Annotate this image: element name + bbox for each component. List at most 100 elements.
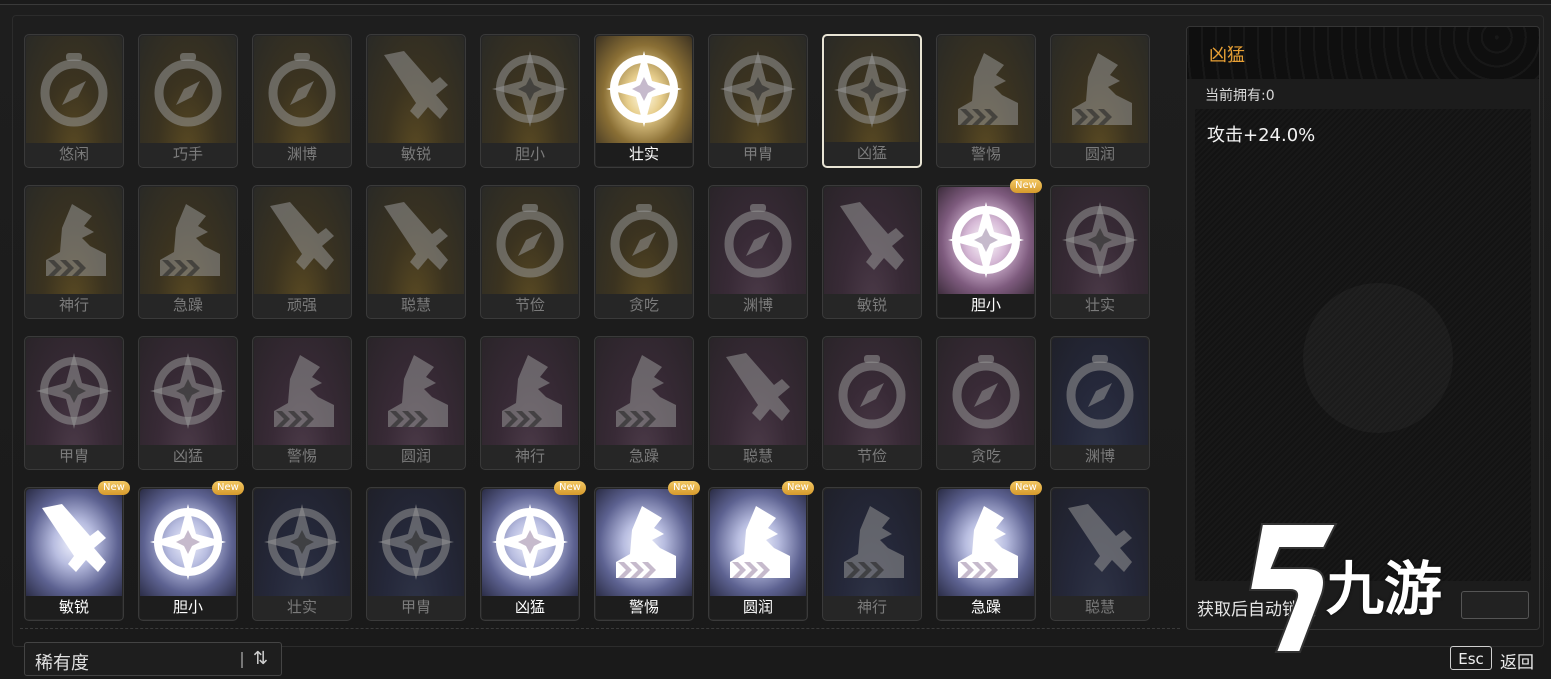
trait-card[interactable]: 贪吃 [936, 336, 1036, 470]
star-emblem-icon [378, 504, 454, 580]
card-label: 渊博 [1052, 445, 1148, 468]
card-label: 警惕 [596, 596, 692, 619]
card-label: 敏锐 [26, 596, 122, 619]
card-label: 胆小 [482, 143, 578, 166]
trait-card[interactable]: 警惕 [594, 487, 694, 621]
trait-card[interactable]: 敏锐 [822, 185, 922, 319]
trait-card[interactable]: 渊博 [1050, 336, 1150, 470]
compass-icon [724, 204, 792, 278]
trait-card[interactable]: 圆润 [1050, 34, 1150, 168]
trait-card[interactable]: 急躁 [936, 487, 1036, 621]
detail-header: 凶猛 [1187, 27, 1539, 79]
compass-icon [154, 53, 222, 127]
trait-card[interactable]: 渊博 [708, 185, 808, 319]
card-label: 急躁 [938, 596, 1034, 619]
card-label: 神行 [482, 445, 578, 468]
trait-card[interactable]: 聪慧 [1050, 487, 1150, 621]
watermark-emblem-icon [1303, 283, 1453, 433]
boot-icon [958, 53, 1018, 125]
card-label: 悠闲 [26, 143, 122, 166]
boot-icon [958, 506, 1018, 578]
boot-icon [616, 355, 676, 427]
owned-count: 当前拥有:0 [1205, 88, 1275, 104]
esc-key-hint[interactable]: Esc [1450, 646, 1492, 670]
trait-card[interactable]: 渊博 [252, 34, 352, 168]
sort-separator [241, 652, 243, 668]
new-badge: New [554, 481, 586, 495]
trait-card[interactable]: 凶猛 [138, 336, 238, 470]
trait-card[interactable]: 壮实 [594, 34, 694, 168]
back-button[interactable]: 返回 [1500, 648, 1534, 673]
detail-title: 凶猛 [1209, 45, 1245, 66]
trait-card[interactable]: 顽强 [252, 185, 352, 319]
sword-icon [384, 202, 448, 270]
card-label: 贪吃 [596, 294, 692, 317]
trait-card[interactable]: 急躁 [138, 185, 238, 319]
divider [20, 628, 1180, 629]
compass-icon [268, 53, 336, 127]
trait-card[interactable]: 警惕 [936, 34, 1036, 168]
compass-icon [40, 53, 108, 127]
trait-card[interactable]: 圆润 [366, 336, 466, 470]
card-label: 圆润 [710, 596, 806, 619]
new-badge: New [1010, 481, 1042, 495]
auto-lock-label: 获取后自动锁定 [1197, 600, 1316, 620]
star-emblem-icon [948, 202, 1024, 278]
trait-card[interactable]: 壮实 [252, 487, 352, 621]
star-emblem-icon [492, 51, 568, 127]
trait-card[interactable]: 胆小 [480, 34, 580, 168]
trait-card[interactable]: 巧手 [138, 34, 238, 168]
new-badge: New [98, 481, 130, 495]
trait-card[interactable]: 凶猛 [822, 34, 922, 168]
star-emblem-icon [264, 504, 340, 580]
star-emblem-icon [36, 353, 112, 429]
card-label: 急躁 [596, 445, 692, 468]
sort-dropdown[interactable]: 稀有度 ⇅ [24, 642, 282, 676]
compass-icon [838, 355, 906, 429]
card-label: 壮实 [1052, 294, 1148, 317]
card-label: 圆润 [1052, 143, 1148, 166]
card-label: 警惕 [938, 143, 1034, 166]
trait-card[interactable]: 神行 [822, 487, 922, 621]
compass-icon [1066, 355, 1134, 429]
trait-card[interactable]: 敏锐 [24, 487, 124, 621]
card-label: 甲胄 [710, 143, 806, 166]
trait-card[interactable]: 壮实 [1050, 185, 1150, 319]
trait-card[interactable]: 神行 [24, 185, 124, 319]
card-label: 圆润 [368, 445, 464, 468]
card-label: 顽强 [254, 294, 350, 317]
trait-card[interactable]: 节俭 [480, 185, 580, 319]
trait-card[interactable]: 聪慧 [366, 185, 466, 319]
card-label: 敏锐 [824, 294, 920, 317]
star-emblem-icon [150, 353, 226, 429]
detail-panel: 凶猛 当前拥有:0 攻击+24.0% 获取后自动锁定 [1186, 26, 1540, 630]
trait-card[interactable]: 甲胄 [708, 34, 808, 168]
card-label: 胆小 [140, 596, 236, 619]
sort-arrows-icon[interactable]: ⇅ [253, 648, 268, 669]
card-label: 急躁 [140, 294, 236, 317]
star-emblem-icon [720, 51, 796, 127]
card-label: 凶猛 [825, 142, 919, 165]
trait-card[interactable]: 警惕 [252, 336, 352, 470]
trait-card[interactable]: 甲胄 [24, 336, 124, 470]
trait-card[interactable]: 聪慧 [708, 336, 808, 470]
star-emblem-icon [492, 504, 568, 580]
sword-icon [726, 353, 790, 421]
trait-card[interactable]: 神行 [480, 336, 580, 470]
trait-card[interactable]: 敏锐 [366, 34, 466, 168]
trait-card[interactable]: 节俭 [822, 336, 922, 470]
new-badge: New [1010, 179, 1042, 193]
trait-card[interactable]: 悠闲 [24, 34, 124, 168]
boot-icon [1072, 53, 1132, 125]
card-label: 神行 [26, 294, 122, 317]
trait-card[interactable]: 贪吃 [594, 185, 694, 319]
star-emblem-icon [1062, 202, 1138, 278]
auto-lock-toggle[interactable] [1461, 591, 1529, 619]
card-label: 渊博 [710, 294, 806, 317]
trait-card[interactable]: 胆小 [936, 185, 1036, 319]
trait-card[interactable]: 急躁 [594, 336, 694, 470]
trait-card[interactable]: 凶猛 [480, 487, 580, 621]
trait-card[interactable]: 甲胄 [366, 487, 466, 621]
trait-card[interactable]: 圆润 [708, 487, 808, 621]
trait-card[interactable]: 胆小 [138, 487, 238, 621]
